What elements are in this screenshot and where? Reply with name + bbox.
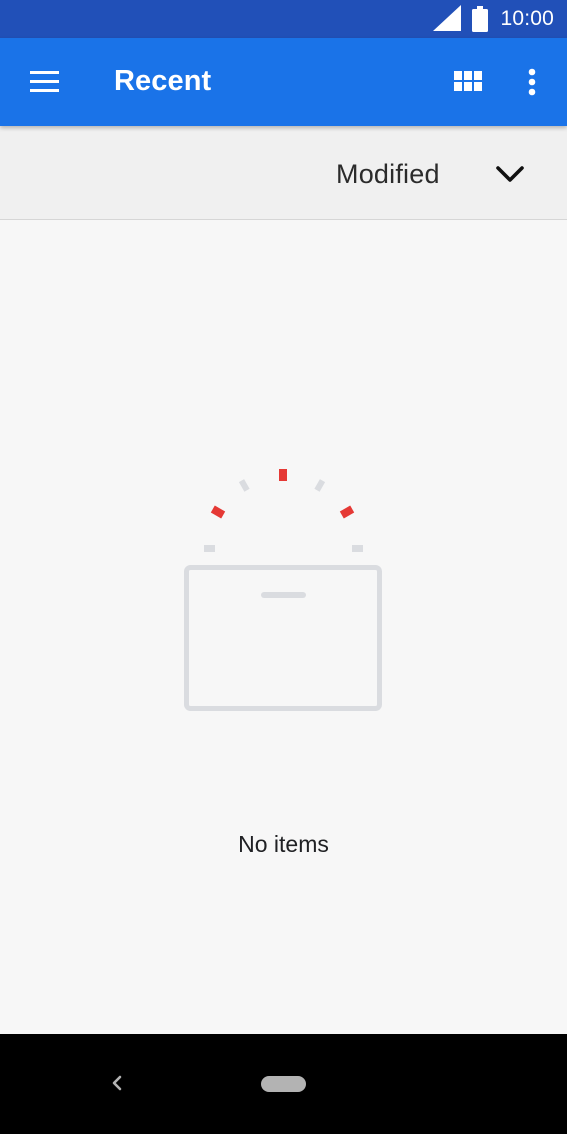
- grid-view-button[interactable]: [444, 60, 492, 104]
- sparkle-mark: [314, 479, 326, 492]
- sort-dropdown[interactable]: Modified: [320, 146, 550, 202]
- more-vert-icon: [528, 68, 536, 96]
- sort-bar: Modified: [0, 126, 567, 220]
- sparkle-mark: [210, 505, 226, 519]
- sort-label: Modified: [336, 159, 440, 189]
- menu-button[interactable]: [20, 60, 68, 104]
- back-icon: [112, 1075, 122, 1091]
- menu-icon: [30, 71, 59, 92]
- back-button[interactable]: [100, 1066, 134, 1100]
- signal-icon: [433, 5, 461, 31]
- grid-view-icon: [454, 71, 482, 91]
- sparkle-mark: [279, 469, 287, 481]
- empty-state-message: No items: [238, 831, 329, 857]
- sparkle-mark: [352, 545, 363, 552]
- status-bar: 10:00: [0, 0, 567, 38]
- sparkle-mark: [238, 479, 250, 492]
- empty-box-slot: [261, 592, 306, 598]
- page-title: Recent: [114, 65, 212, 97]
- empty-folder-icon: [184, 469, 382, 711]
- status-time: 10:00: [500, 7, 554, 30]
- navigation-bar: [0, 1034, 567, 1134]
- app-bar: Recent: [0, 38, 567, 126]
- sparkle-mark: [204, 545, 215, 552]
- more-options-button[interactable]: [508, 60, 556, 104]
- battery-icon: [472, 6, 488, 32]
- home-pill-icon[interactable]: [261, 1076, 306, 1092]
- sparkle-mark: [339, 505, 355, 519]
- empty-box-outline: [184, 565, 382, 711]
- chevron-down-icon: [496, 166, 524, 182]
